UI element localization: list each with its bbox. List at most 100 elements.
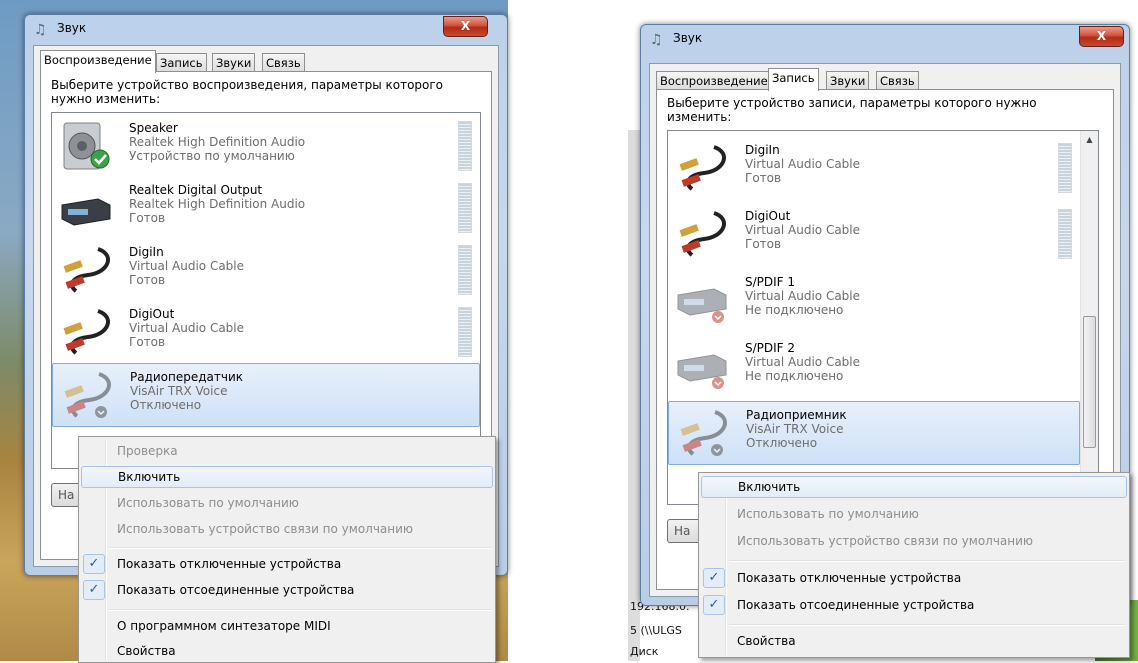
- list-item[interactable]: DigiOut Virtual Audio Cable Готов: [668, 203, 1098, 265]
- checkmark-icon: ✓: [83, 580, 105, 600]
- list-item[interactable]: DigiIn Virtual Audio Cable Готов: [668, 137, 1098, 199]
- list-item-selected[interactable]: Радиопередатчик VisAir TRX Voice Отключе…: [52, 363, 480, 427]
- device-status: Готов: [745, 237, 782, 251]
- device-list[interactable]: Speaker Realtek High Definition Audio Ус…: [51, 112, 481, 469]
- volume-meter: [1058, 209, 1072, 259]
- context-menu-right: Включить Использовать по умолчанию Испол…: [698, 472, 1130, 658]
- checkmark-icon: ✓: [703, 568, 725, 588]
- menu-separator: [109, 609, 491, 611]
- device-driver: VisAir TRX Voice: [746, 422, 844, 436]
- menu-item-enable[interactable]: Включить: [701, 476, 1127, 498]
- tab-communications[interactable]: Связь: [876, 71, 919, 90]
- device-status: Устройство по умолчанию: [129, 149, 295, 163]
- spdif-icon: [674, 341, 730, 391]
- list-item[interactable]: Speaker Realtek High Definition Audio Ус…: [52, 115, 480, 177]
- window-title: Звук: [673, 31, 703, 45]
- device-driver: Virtual Audio Cable: [129, 259, 245, 273]
- menu-item-show-disabled[interactable]: ✓ Показать отключенные устройства: [81, 553, 493, 575]
- tab-playback[interactable]: Воспроизведение: [656, 71, 772, 90]
- audio-cable-icon: [58, 245, 114, 295]
- speaker-icon: ♫: [34, 22, 47, 38]
- list-item[interactable]: DigiOut Virtual Audio Cable Готов: [52, 301, 480, 363]
- device-name: Speaker: [129, 121, 178, 135]
- title-bar[interactable]: ♫ Звук X: [641, 25, 1129, 53]
- device-name: DigiOut: [745, 209, 791, 223]
- device-driver: Virtual Audio Cable: [745, 157, 861, 171]
- device-driver: Virtual Audio Cable: [745, 355, 861, 369]
- checkmark-icon: ✓: [703, 595, 725, 615]
- volume-meter: [458, 183, 472, 233]
- menu-separator: [109, 547, 491, 549]
- device-name: Realtek Digital Output: [129, 183, 263, 197]
- menu-item-midi-about[interactable]: О программном синтезаторе MIDI: [81, 615, 493, 637]
- list-item[interactable]: DigiIn Virtual Audio Cable Готов: [52, 239, 480, 301]
- device-driver: Virtual Audio Cable: [129, 321, 245, 335]
- background-text-disk: Диск: [630, 645, 659, 658]
- audio-cable-icon: [59, 370, 115, 420]
- device-list[interactable]: DigiIn Virtual Audio Cable Готов DigiOut…: [667, 130, 1099, 505]
- close-button[interactable]: X: [1079, 26, 1124, 47]
- menu-item-enable[interactable]: Включить: [81, 466, 493, 488]
- audio-cable-icon: [58, 307, 114, 357]
- tab-recording[interactable]: Запись: [768, 68, 819, 91]
- list-item[interactable]: S/PDIF 1 Virtual Audio Cable Не подключе…: [668, 269, 1098, 331]
- prompt-text: Выберите устройство воспроизведения, пар…: [51, 78, 444, 106]
- scrollbar-thumb[interactable]: [1083, 316, 1096, 448]
- menu-item-properties[interactable]: Свойства: [81, 640, 493, 662]
- tab-communications[interactable]: Связь: [262, 53, 305, 72]
- tab-sounds[interactable]: Звуки: [826, 71, 870, 90]
- device-name: DigiIn: [129, 245, 164, 259]
- close-button[interactable]: X: [443, 16, 488, 37]
- list-item[interactable]: S/PDIF 2 Virtual Audio Cable Не подключе…: [668, 335, 1098, 397]
- device-status: Готов: [129, 273, 166, 287]
- menu-separator: [729, 624, 1125, 626]
- context-menu-left: Проверка Включить Использовать по умолча…: [78, 436, 496, 663]
- menu-item-properties[interactable]: Свойства: [701, 630, 1127, 652]
- volume-meter: [458, 307, 472, 357]
- device-name: Радиоприемник: [746, 408, 847, 422]
- volume-meter: [458, 121, 472, 171]
- speaker-icon: [58, 121, 114, 171]
- menu-item-set-default-communication[interactable]: Использовать устройство связи по умолчан…: [81, 518, 493, 540]
- device-name: DigiIn: [745, 143, 780, 157]
- device-driver: Virtual Audio Cable: [745, 289, 861, 303]
- vertical-scrollbar[interactable]: ▲ ▼: [1080, 131, 1098, 504]
- device-name: DigiOut: [129, 307, 175, 321]
- device-name: S/PDIF 1: [745, 275, 796, 289]
- checkmark-icon: ✓: [83, 554, 105, 574]
- menu-item-show-disconnected[interactable]: ✓ Показать отсоединенные устройства: [701, 594, 1127, 616]
- menu-item-test[interactable]: Проверка: [81, 440, 493, 462]
- device-status: Готов: [129, 335, 166, 349]
- device-status: Не подключено: [745, 303, 844, 317]
- tab-playback[interactable]: Воспроизведение: [40, 50, 156, 73]
- audio-cable-icon: [675, 408, 731, 458]
- tab-recording[interactable]: Запись: [156, 53, 207, 72]
- menu-item-set-default[interactable]: Использовать по умолчанию: [701, 503, 1127, 525]
- menu-gutter: [725, 475, 727, 655]
- scroll-up-arrow-icon[interactable]: ▲: [1081, 131, 1098, 148]
- volume-meter: [1058, 143, 1072, 193]
- digital-output-icon: [58, 183, 114, 233]
- menu-item-set-default[interactable]: Использовать по умолчанию: [81, 492, 493, 514]
- menu-item-show-disconnected[interactable]: ✓ Показать отсоединенные устройства: [81, 579, 493, 601]
- device-status: Не подключено: [745, 369, 844, 383]
- tab-sounds[interactable]: Звуки: [212, 53, 256, 72]
- title-bar[interactable]: ♫ Звук X: [25, 15, 507, 43]
- spdif-icon: [674, 275, 730, 325]
- device-name: S/PDIF 2: [745, 341, 796, 355]
- device-status: Готов: [129, 211, 166, 225]
- device-driver: Realtek High Definition Audio: [129, 135, 306, 149]
- device-status: Отключено: [746, 436, 818, 450]
- device-driver: VisAir TRX Voice: [130, 384, 228, 398]
- device-driver: Realtek High Definition Audio: [129, 197, 306, 211]
- menu-separator: [729, 560, 1125, 562]
- menu-item-show-disabled[interactable]: ✓ Показать отключенные устройства: [701, 567, 1127, 589]
- menu-item-set-default-communication[interactable]: Использовать устройство связи по умолчан…: [701, 530, 1127, 552]
- list-item-selected[interactable]: Радиоприемник VisAir TRX Voice Отключено: [668, 401, 1080, 465]
- window-title: Звук: [57, 21, 87, 35]
- device-status: Отключено: [130, 398, 202, 412]
- prompt-text: Выберите устройство записи, параметры ко…: [667, 96, 1037, 124]
- volume-meter: [458, 245, 472, 295]
- audio-cable-icon: [674, 143, 730, 193]
- list-item[interactable]: Realtek Digital Output Realtek High Defi…: [52, 177, 480, 239]
